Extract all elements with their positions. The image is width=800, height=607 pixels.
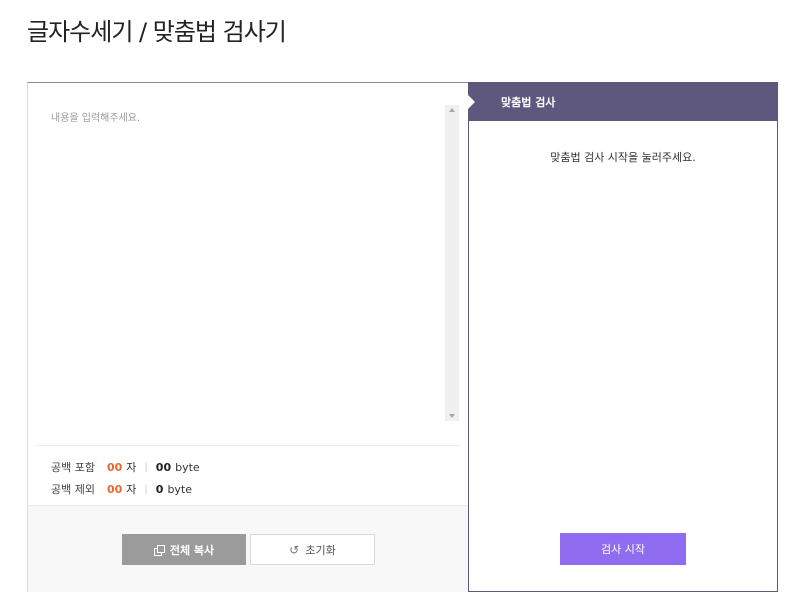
spell-check-panel: 맞춤법 검사 맞춤법 검사 시작을 눌러주세요. 검사 시작 — [468, 82, 778, 592]
divider — [36, 445, 461, 446]
text-input-placeholder: 내용을 입력해주세요. — [51, 113, 141, 124]
spell-check-header: 맞춤법 검사 — [468, 83, 777, 121]
start-check-button[interactable]: 검사 시작 — [560, 533, 686, 565]
byte-unit: byte — [175, 460, 200, 474]
spell-check-message: 맞춤법 검사 시작을 눌러주세요. — [550, 151, 696, 164]
reset-icon: ↺ — [289, 542, 300, 557]
separator: | — [144, 461, 148, 473]
stat-label: 공백 포함 — [51, 461, 95, 474]
header-notch-arrow — [468, 95, 475, 109]
stat-row-without-spaces: 공백 제외 00 자 | 0 byte — [51, 478, 200, 500]
reset-label: 초기화 — [305, 543, 336, 557]
copy-all-label: 전체 복사 — [169, 543, 215, 557]
reset-button[interactable]: ↺ 초기화 — [250, 534, 375, 565]
stat-row-with-spaces: 공백 포함 00 자 | 00 byte — [51, 456, 200, 478]
scroll-down-arrow-icon[interactable] — [449, 414, 455, 418]
page-title: 글자수세기 / 맞춤법 검사기 — [27, 18, 287, 46]
separator: | — [144, 483, 148, 495]
stat-label: 공백 제외 — [51, 483, 95, 496]
char-count-stats: 공백 포함 00 자 | 00 byte 공백 제외 00 자 | 0 byte — [51, 456, 200, 500]
scroll-up-arrow-icon[interactable] — [449, 108, 455, 112]
text-input-area[interactable]: 내용을 입력해주세요. — [41, 103, 459, 443]
editor-footer: 전체 복사 ↺ 초기화 — [28, 505, 469, 592]
editor-panel: 내용을 입력해주세요. 공백 포함 00 자 | 00 byte 공백 제외 0… — [27, 82, 469, 592]
char-count-value: 00 — [106, 460, 123, 474]
byte-count-value: 00 — [155, 460, 172, 474]
byte-unit: byte — [167, 482, 193, 496]
text-input-scrollbar[interactable] — [445, 105, 459, 421]
char-unit: 자 — [126, 461, 137, 474]
byte-count-value: 0 — [155, 482, 164, 496]
char-unit: 자 — [126, 483, 137, 496]
spell-check-title: 맞춤법 검사 — [501, 96, 556, 109]
char-count-value: 00 — [106, 482, 123, 496]
copy-icon — [153, 544, 165, 556]
copy-all-button[interactable]: 전체 복사 — [122, 534, 246, 565]
